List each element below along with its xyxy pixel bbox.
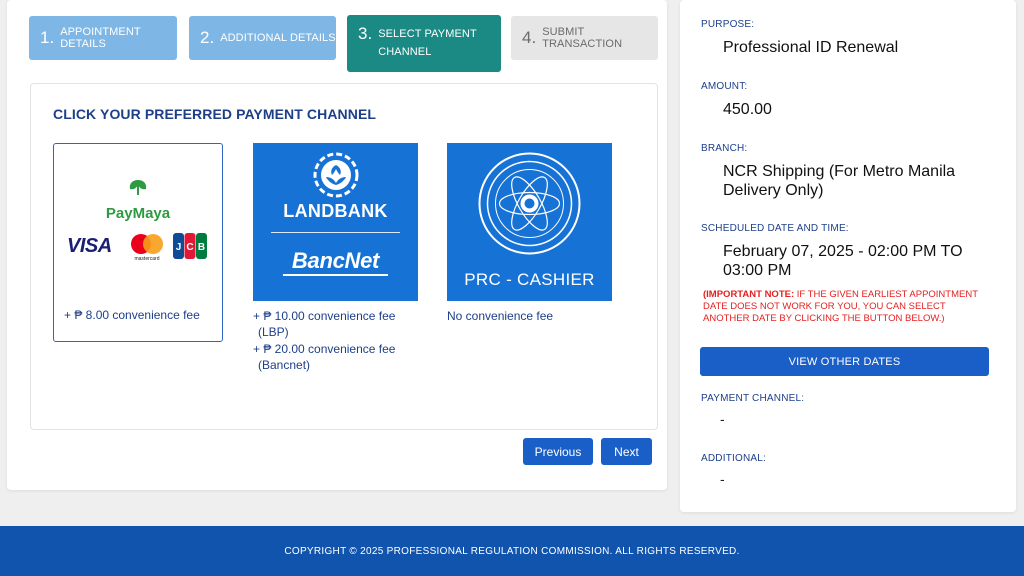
step-additional-details[interactable]: 2. ADDITIONAL DETAILS — [189, 16, 336, 60]
bancnet-underline — [283, 274, 388, 276]
purpose-value: Professional ID Renewal — [723, 39, 899, 56]
additional-value: - — [720, 471, 725, 487]
mastercard-text: mastercard — [134, 256, 159, 262]
payment-card: 1. APPOINTMENT DETAILS 2. ADDITIONAL DET… — [7, 0, 667, 490]
paymaya-wordmark: PayMaya — [105, 205, 171, 222]
step-submit-transaction[interactable]: 4. SUBMIT TRANSACTION — [511, 16, 658, 60]
step-appointment-details[interactable]: 1. APPOINTMENT DETAILS — [29, 16, 177, 60]
landbank-wordmark: LANDBANK — [283, 201, 388, 221]
schedule-label: SCHEDULED DATE AND TIME: — [701, 223, 849, 234]
panel-title: CLICK YOUR PREFERRED PAYMENT CHANNEL — [53, 106, 377, 122]
branch-label: BRANCH: — [701, 143, 748, 154]
payment-channel-panel: CLICK YOUR PREFERRED PAYMENT CHANNEL Pay… — [30, 83, 658, 430]
prc-fee: No convenience fee — [447, 309, 554, 323]
svg-text:J: J — [176, 242, 182, 253]
step-label: ADDITIONAL DETAILS — [220, 32, 336, 44]
landbank-fee-bancnet: + ₱ 20.00 convenience fee (Bancnet) — [253, 341, 395, 373]
fee-qualifier: (Bancnet) — [258, 358, 311, 372]
additional-label: ADDITIONAL: — [701, 453, 766, 464]
svg-text:C: C — [186, 242, 193, 253]
step-progress: 1. APPOINTMENT DETAILS 2. ADDITIONAL DET… — [29, 15, 659, 73]
amount-label: AMOUNT: — [701, 81, 748, 92]
visa-logo: VISA — [67, 235, 112, 257]
prc-cashier-option[interactable]: PRC - CASHIER — [447, 143, 612, 301]
landbank-bancnet-option[interactable]: LANDBANK BancNet — [253, 143, 418, 301]
payment-channel-value: - — [720, 411, 725, 427]
purpose-label: PURPOSE: — [701, 19, 755, 30]
step-label: SUBMIT TRANSACTION — [542, 26, 623, 50]
previous-button[interactable]: Previous — [523, 438, 593, 465]
payment-channel-label: PAYMENT CHANNEL: — [701, 393, 805, 404]
mastercard-logo: mastercard — [131, 234, 163, 262]
note-heading: (IMPORTANT NOTE: — [703, 289, 795, 300]
step-number: 4. — [522, 28, 537, 47]
prc-seal-icon — [478, 152, 581, 255]
paymaya-option[interactable]: PayMaya VISA mastercard J C B + ₱ 8.00 c… — [53, 143, 223, 342]
paymaya-leaf-icon — [129, 180, 147, 195]
step-number: 2. — [200, 28, 215, 47]
landbank-fee-lbp: + ₱ 10.00 convenience fee (LBP) — [253, 308, 395, 340]
step-number: 1. — [40, 28, 55, 47]
important-note: (IMPORTANT NOTE: IF THE GIVEN EARLIEST A… — [703, 289, 993, 325]
landbank-divider — [271, 232, 400, 233]
summary-card: PURPOSE: Professional ID Renewal AMOUNT:… — [680, 0, 1016, 512]
bancnet-wordmark: BancNet — [291, 248, 380, 273]
step-number: 3. — [358, 24, 373, 43]
copyright-text: COPYRIGHT © 2025 PROFESSIONAL REGULATION… — [284, 545, 740, 557]
card-logos: VISA mastercard J C B — [67, 232, 212, 262]
footer: COPYRIGHT © 2025 PROFESSIONAL REGULATION… — [0, 526, 1024, 576]
paymaya-fee: + ₱ 8.00 convenience fee — [64, 308, 200, 322]
fee-amount: + ₱ 20.00 convenience fee — [253, 342, 396, 356]
fee-amount: + ₱ 10.00 convenience fee — [253, 309, 396, 323]
schedule-value: February 07, 2025 - 02:00 PM TO 03:00 PM — [723, 243, 963, 279]
next-button[interactable]: Next — [601, 438, 652, 465]
jcb-logo: J C B — [173, 233, 207, 259]
landbank-emblem — [253, 151, 418, 204]
prc-cashier-label: PRC - CASHIER — [464, 270, 595, 289]
paymaya-logo: PayMaya — [54, 178, 222, 222]
step-label: SELECT PAYMENT CHANNEL — [378, 28, 477, 58]
branch-value: NCR Shipping (For Metro Manila Delivery … — [723, 163, 956, 199]
step-label: APPOINTMENT DETAILS — [60, 26, 141, 50]
step-select-payment-channel[interactable]: 3. SELECT PAYMENT CHANNEL — [347, 15, 501, 72]
landbank-tree-icon — [313, 152, 358, 198]
fee-qualifier: (LBP) — [258, 325, 289, 339]
view-other-dates-button[interactable]: VIEW OTHER DATES — [700, 347, 989, 376]
svg-text:B: B — [198, 242, 205, 253]
amount-value: 450.00 — [723, 101, 772, 118]
